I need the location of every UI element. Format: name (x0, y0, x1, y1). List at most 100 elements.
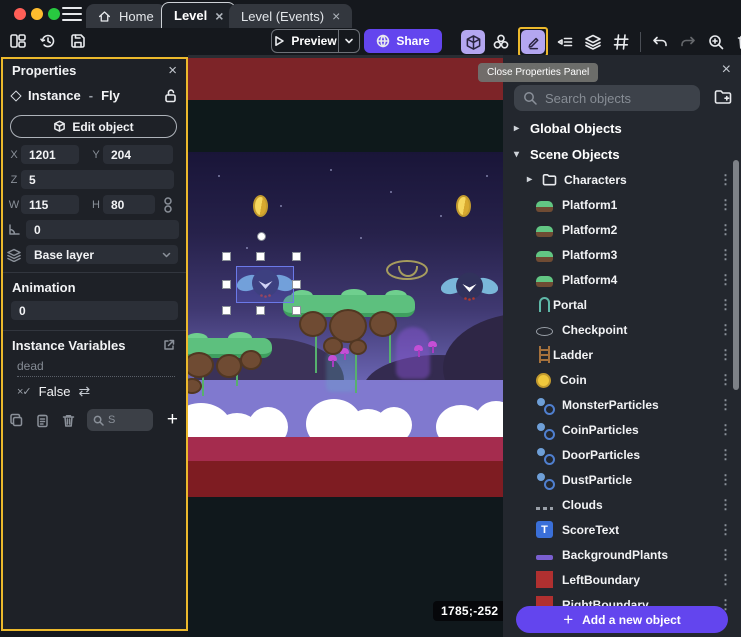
main-menu-button[interactable] (62, 7, 82, 21)
resize-handle[interactable] (256, 252, 265, 261)
item-menu-icon[interactable]: ⋮ (719, 197, 732, 213)
search-objects-input[interactable]: Search objects (514, 85, 700, 111)
object-list-item[interactable]: MonsterParticles ⋮ (503, 392, 741, 417)
item-menu-icon[interactable]: ⋮ (719, 422, 732, 438)
h-input[interactable]: 80 (103, 195, 155, 214)
folder-characters[interactable]: ▸ Characters ⋮ (503, 167, 741, 192)
object-list-item[interactable]: Ladder ⋮ (503, 342, 741, 367)
item-menu-icon[interactable]: ⋮ (719, 497, 732, 513)
paste-variable-icon[interactable] (29, 413, 55, 428)
z-input[interactable]: 5 (21, 170, 174, 189)
toggle-value-icon[interactable]: ⇄ (78, 383, 90, 400)
item-menu-icon[interactable]: ⋮ (719, 347, 732, 363)
run-list-icon[interactable] (553, 30, 577, 54)
panels-icon[interactable] (6, 29, 30, 53)
edit-object-button[interactable]: Edit object (10, 115, 177, 138)
undo-icon[interactable] (648, 30, 672, 54)
object-list-item[interactable]: CoinParticles ⋮ (503, 417, 741, 442)
group-scene-objects[interactable]: ▾ Scene Objects (503, 141, 741, 167)
history-icon[interactable] (36, 29, 60, 53)
layers-icon[interactable] (581, 30, 605, 54)
object-list-item[interactable]: Checkpoint ⋮ (503, 317, 741, 342)
object-list-item[interactable]: T ScoreText ⋮ (503, 517, 741, 542)
resize-handle[interactable] (292, 280, 301, 289)
variable-value-row[interactable]: ×✓ False ⇄ (17, 383, 90, 400)
object-list-item[interactable]: Coin ⋮ (503, 367, 741, 392)
object-list-item[interactable]: DoorParticles ⋮ (503, 442, 741, 467)
maximize-window-button[interactable] (48, 8, 60, 20)
object-list-item[interactable]: LeftBoundary ⋮ (503, 567, 741, 592)
object-list-item[interactable]: DustParticle ⋮ (503, 467, 741, 492)
resize-handle[interactable] (222, 252, 231, 261)
close-tab-icon[interactable]: × (332, 9, 340, 23)
close-properties-icon[interactable]: × (168, 62, 177, 79)
objects-scrollbar[interactable] (733, 160, 739, 390)
selection-box[interactable] (236, 266, 294, 303)
add-new-object-button[interactable]: + Add a new object (516, 606, 728, 633)
save-icon[interactable] (66, 29, 90, 53)
object-list-item[interactable]: BackgroundPlants ⋮ (503, 542, 741, 567)
item-menu-icon[interactable]: ⋮ (719, 397, 732, 413)
open-in-new-icon[interactable] (163, 339, 175, 351)
layer-select[interactable]: Base layer (26, 245, 178, 264)
item-menu-icon[interactable]: ⋮ (719, 472, 732, 488)
x-input[interactable]: 1201 (21, 145, 79, 164)
add-variable-button[interactable]: + (167, 409, 178, 431)
instances-group-icon[interactable] (489, 30, 513, 54)
item-menu-icon[interactable]: ⋮ (719, 572, 732, 588)
y-input[interactable]: 204 (103, 145, 173, 164)
share-button[interactable]: Share (364, 29, 442, 53)
resize-handle[interactable] (292, 306, 301, 315)
item-menu-icon[interactable]: ⋮ (719, 222, 732, 238)
coin-instance[interactable] (456, 195, 471, 217)
resize-handle[interactable] (222, 280, 231, 289)
fly-instance[interactable] (441, 268, 498, 306)
minimize-window-button[interactable] (31, 8, 43, 20)
checkpoint-outline[interactable] (386, 260, 428, 280)
close-window-button[interactable] (14, 8, 26, 20)
unlock-icon[interactable] (164, 89, 177, 103)
edit-pencil-icon[interactable] (521, 30, 545, 54)
redo-icon[interactable] (676, 30, 700, 54)
item-menu-icon[interactable]: ⋮ (719, 247, 732, 263)
link-dimensions-icon[interactable] (163, 197, 173, 213)
group-global-objects[interactable]: ▸ Global Objects (503, 115, 741, 141)
item-menu-icon[interactable]: ⋮ (719, 522, 732, 538)
tab-level-events[interactable]: Level (Events) × (229, 4, 352, 28)
close-tab-icon[interactable]: × (215, 9, 223, 23)
object-list-item[interactable]: Platform4 ⋮ (503, 267, 741, 292)
platform-instance[interactable] (283, 295, 415, 415)
trash-icon[interactable] (732, 30, 741, 54)
rotate-handle[interactable] (257, 232, 266, 241)
add-folder-icon[interactable] (713, 87, 733, 112)
preview-dropdown-button[interactable] (339, 30, 359, 52)
copy-variable-icon[interactable] (3, 413, 29, 428)
variable-name[interactable]: dead (17, 359, 175, 377)
scene-canvas[interactable]: 1785;-252 (188, 55, 503, 637)
object-list-item[interactable]: Platform1 ⋮ (503, 192, 741, 217)
grid-icon[interactable] (609, 30, 633, 54)
item-menu-icon[interactable]: ⋮ (719, 297, 732, 313)
item-menu-icon[interactable]: ⋮ (719, 447, 732, 463)
resize-handle[interactable] (256, 306, 265, 315)
cube-3d-icon[interactable] (461, 30, 485, 54)
resize-handle[interactable] (292, 252, 301, 261)
resize-handle[interactable] (222, 306, 231, 315)
tab-home[interactable]: Home (86, 4, 166, 28)
rotation-input[interactable]: 0 (26, 220, 179, 239)
animation-input[interactable]: 0 (11, 301, 178, 320)
object-list-item[interactable]: Platform3 ⋮ (503, 242, 741, 267)
preview-button[interactable]: Preview (271, 29, 360, 53)
item-menu-icon[interactable]: ⋮ (719, 172, 732, 188)
item-menu-icon[interactable]: ⋮ (719, 547, 732, 563)
w-input[interactable]: 115 (21, 195, 79, 214)
zoom-in-icon[interactable] (704, 30, 728, 54)
object-list-item[interactable]: Portal ⋮ (503, 292, 741, 317)
object-list-item[interactable]: Platform2 ⋮ (503, 217, 741, 242)
object-list-item[interactable]: Clouds ⋮ (503, 492, 741, 517)
tab-level[interactable]: Level × (161, 2, 236, 28)
item-menu-icon[interactable]: ⋮ (719, 322, 732, 338)
delete-variable-icon[interactable] (55, 413, 81, 428)
item-menu-icon[interactable]: ⋮ (719, 372, 732, 388)
coin-instance[interactable] (253, 195, 268, 217)
